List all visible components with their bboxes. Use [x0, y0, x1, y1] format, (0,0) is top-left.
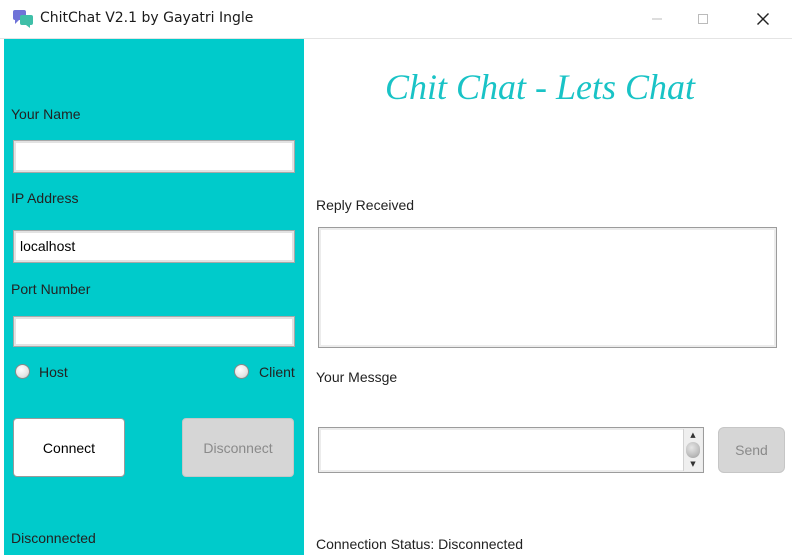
reply-received-label: Reply Received: [316, 197, 415, 213]
disconnect-button[interactable]: Disconnect: [182, 418, 294, 477]
your-name-field[interactable]: [13, 140, 295, 173]
app-heading: Chit Chat - Lets Chat: [385, 67, 696, 107]
minimize-icon: [652, 18, 662, 20]
your-message-label: Your Messge: [316, 369, 398, 385]
window-title: ChitChat V2.1 by Gayatri Ingle: [40, 10, 254, 26]
chat-bubbles-icon: [13, 10, 33, 28]
message-input[interactable]: [318, 427, 704, 473]
ip-address-label: IP Address: [11, 190, 79, 206]
close-icon: [757, 13, 769, 25]
left-status-text: Disconnected: [11, 530, 96, 546]
port-number-field[interactable]: [13, 316, 295, 347]
port-number-label: Port Number: [11, 281, 91, 297]
ip-address-field[interactable]: localhost: [13, 230, 295, 263]
connection-status-text: Connection Status: Disconnected: [316, 536, 524, 552]
message-scrollbar[interactable]: ▲ ▼: [683, 429, 702, 471]
reply-received-area[interactable]: [318, 227, 777, 348]
connect-button[interactable]: Connect: [13, 418, 125, 477]
send-button[interactable]: Send: [718, 427, 785, 473]
client-label: Client: [259, 364, 295, 380]
title-bar: ChitChat V2.1 by Gayatri Ingle: [0, 0, 792, 39]
maximize-icon: [698, 14, 708, 24]
client-radio[interactable]: [234, 364, 249, 379]
scroll-up-icon[interactable]: ▲: [684, 430, 702, 440]
your-name-label: Your Name: [11, 106, 81, 122]
host-label: Host: [39, 364, 68, 380]
host-radio[interactable]: [15, 364, 30, 379]
maximize-button[interactable]: [680, 0, 726, 38]
scroll-down-icon[interactable]: ▼: [684, 459, 702, 469]
scroll-thumb[interactable]: [686, 442, 700, 458]
minimize-button[interactable]: [634, 0, 680, 38]
close-button[interactable]: [740, 0, 786, 38]
